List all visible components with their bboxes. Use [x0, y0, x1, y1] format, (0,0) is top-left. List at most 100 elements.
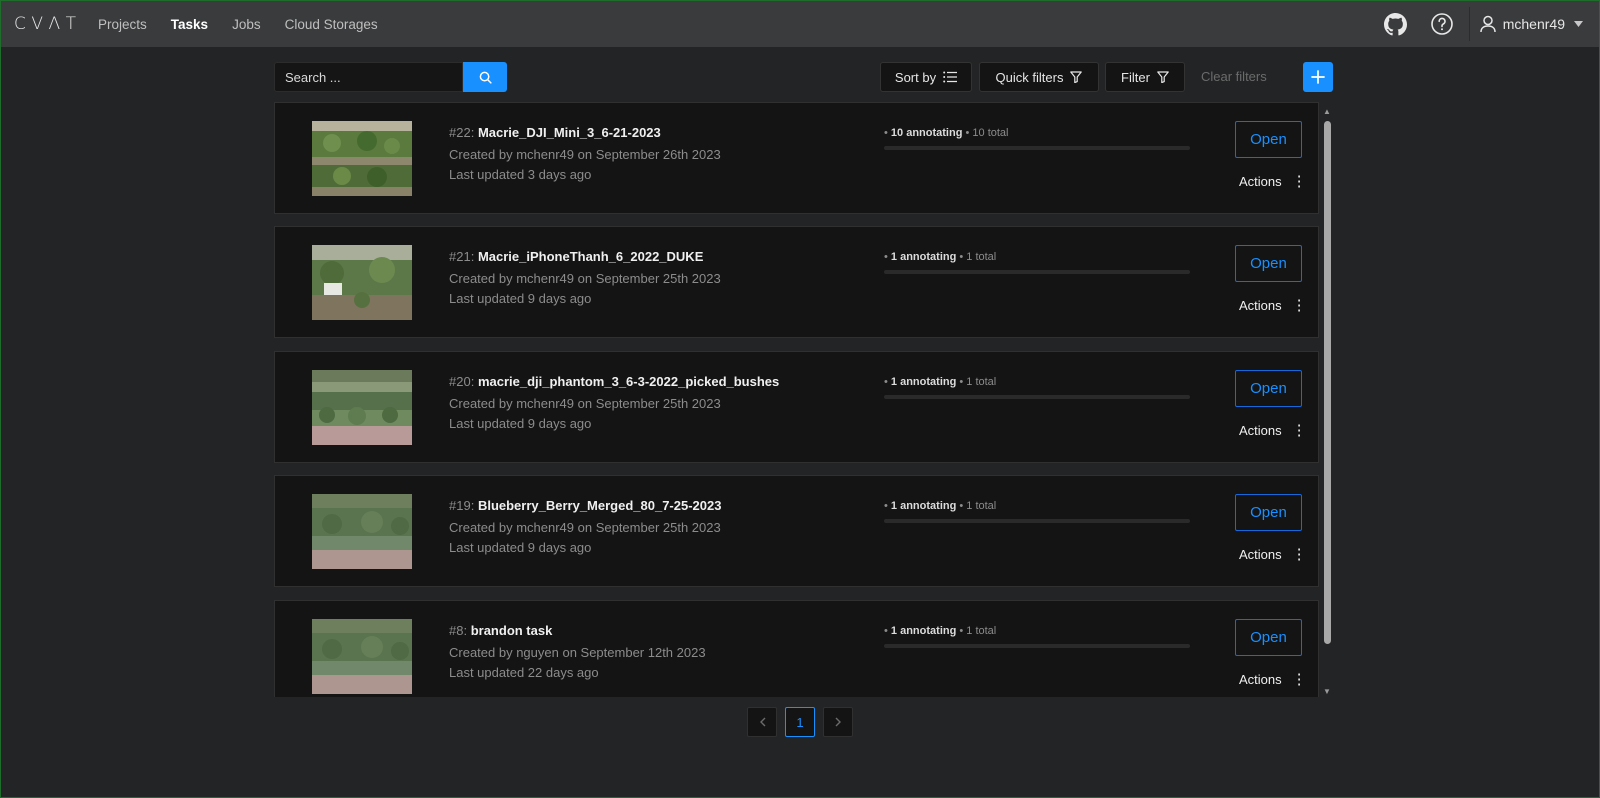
task-info: #22: Macrie_DJI_Mini_3_6-21-2023 Created…	[449, 125, 721, 185]
caret-down-icon	[1574, 21, 1583, 27]
task-updated: Last updated 22 days ago	[449, 665, 599, 680]
task-info: #21: Macrie_iPhoneThanh_6_2022_DUKE Crea…	[449, 249, 721, 309]
job-status-text: • 1 annotating • 1 total	[884, 625, 997, 637]
annotating-count: 1 annotating	[890, 625, 957, 637]
open-button[interactable]: Open	[1235, 121, 1302, 158]
chevron-left-icon	[759, 717, 765, 727]
task-updated: Last updated 9 days ago	[449, 540, 592, 555]
more-vertical-icon: ⋮	[1291, 671, 1307, 688]
job-status-text: • 1 annotating • 1 total	[884, 500, 997, 512]
task-name: brandon task	[470, 623, 553, 638]
filter-icon	[1070, 71, 1083, 83]
task-thumbnail[interactable]	[312, 494, 412, 569]
task-updated: Last updated 3 days ago	[449, 167, 592, 182]
sort-by-button[interactable]: Sort by	[880, 62, 972, 92]
actions-menu[interactable]: Actions ⋮	[1239, 672, 1307, 687]
next-page-button[interactable]	[823, 707, 853, 737]
progress-bar	[884, 519, 1190, 523]
logo-letter-t: T	[65, 14, 76, 34]
github-icon[interactable]	[1383, 11, 1409, 37]
task-name: Macrie_DJI_Mini_3_6-21-2023	[477, 125, 661, 140]
main-nav: Projects Tasks Jobs Cloud Storages	[98, 17, 402, 32]
task-card: #21: Macrie_iPhoneThanh_6_2022_DUKE Crea…	[274, 226, 1319, 338]
top-navbar: C V Λ T Projects Tasks Jobs Cloud Storag…	[1, 1, 1599, 47]
actions-menu[interactable]: Actions ⋮	[1239, 174, 1307, 189]
task-created: Created by mchenr49 on September 25th 20…	[449, 396, 721, 411]
filter-button[interactable]: Filter	[1105, 62, 1185, 92]
cvat-logo[interactable]: C V Λ T	[14, 14, 76, 34]
actions-label: Actions	[1239, 547, 1282, 562]
task-thumbnail[interactable]	[312, 121, 412, 196]
job-progress: • 1 annotating • 1 total	[884, 376, 1190, 399]
annotating-count: 10 annotating	[890, 127, 963, 139]
task-updated: Last updated 9 days ago	[449, 416, 592, 431]
sort-by-label: Sort by	[894, 69, 937, 85]
nav-tasks[interactable]: Tasks	[171, 17, 208, 32]
actions-menu[interactable]: Actions ⋮	[1239, 298, 1307, 313]
task-id: #21:	[449, 249, 475, 264]
user-menu[interactable]: mchenr49	[1479, 15, 1583, 33]
header-divider	[1468, 7, 1470, 41]
list-scrollbar[interactable]: ▲ ▼	[1321, 105, 1333, 697]
actions-label: Actions	[1239, 298, 1282, 313]
create-task-button[interactable]	[1303, 62, 1333, 92]
task-name: Blueberry_Berry_Merged_80_7-25-2023	[477, 498, 722, 513]
user-icon	[1479, 15, 1496, 33]
scroll-down-arrow-icon[interactable]: ▼	[1321, 685, 1333, 697]
task-created: Created by mchenr49 on September 25th 20…	[449, 271, 721, 286]
open-button[interactable]: Open	[1235, 370, 1302, 407]
task-title[interactable]: #20: macrie_dji_phantom_3_6-3-2022_picke…	[449, 374, 779, 390]
actions-menu[interactable]: Actions ⋮	[1239, 547, 1307, 562]
open-button[interactable]: Open	[1235, 494, 1302, 531]
search-button[interactable]	[463, 62, 507, 92]
scroll-up-arrow-icon[interactable]: ▲	[1321, 105, 1333, 117]
task-id: #22:	[449, 125, 475, 140]
quick-filters-label: Quick filters	[995, 69, 1064, 85]
open-button[interactable]: Open	[1235, 619, 1302, 656]
filter-icon	[1157, 71, 1169, 83]
task-info: #8: brandon task Created by nguyen on Se…	[449, 623, 706, 683]
logo-letter-a: Λ	[48, 14, 61, 34]
username-label: mchenr49	[1502, 16, 1565, 32]
total-count: 1 total	[966, 625, 997, 637]
prev-page-button[interactable]	[747, 707, 777, 737]
page-number-button[interactable]: 1	[785, 707, 815, 737]
nav-projects[interactable]: Projects	[98, 17, 147, 32]
actions-menu[interactable]: Actions ⋮	[1239, 423, 1307, 438]
filter-label: Filter	[1121, 69, 1150, 85]
search-box	[274, 62, 507, 92]
task-id: #8:	[449, 623, 468, 638]
help-icon[interactable]	[1429, 11, 1455, 37]
search-input[interactable]	[274, 62, 463, 92]
task-created: Created by mchenr49 on September 26th 20…	[449, 147, 721, 162]
nav-jobs[interactable]: Jobs	[232, 17, 261, 32]
total-count: 10 total	[972, 127, 1009, 139]
task-thumbnail[interactable]	[312, 619, 412, 694]
task-title[interactable]: #22: Macrie_DJI_Mini_3_6-21-2023	[449, 125, 721, 141]
job-status-text: • 1 annotating • 1 total	[884, 251, 997, 263]
clear-filters-button[interactable]: Clear filters	[1201, 69, 1267, 84]
task-title[interactable]: #21: Macrie_iPhoneThanh_6_2022_DUKE	[449, 249, 721, 265]
task-card: #8: brandon task Created by nguyen on Se…	[274, 600, 1319, 697]
task-name: macrie_dji_phantom_3_6-3-2022_picked_bus…	[477, 374, 780, 389]
annotating-count: 1 annotating	[890, 376, 957, 388]
open-button[interactable]: Open	[1235, 245, 1302, 282]
progress-bar	[884, 146, 1190, 150]
scrollbar-thumb[interactable]	[1324, 121, 1331, 644]
task-id: #19:	[449, 498, 475, 513]
task-title[interactable]: #8: brandon task	[449, 623, 706, 639]
task-title[interactable]: #19: Blueberry_Berry_Merged_80_7-25-2023	[449, 498, 721, 514]
job-progress: • 1 annotating • 1 total	[884, 625, 1190, 648]
annotating-count: 1 annotating	[890, 500, 957, 512]
quick-filters-button[interactable]: Quick filters	[979, 62, 1099, 92]
task-card: #20: macrie_dji_phantom_3_6-3-2022_picke…	[274, 351, 1319, 463]
task-thumbnail[interactable]	[312, 370, 412, 445]
total-count: 1 total	[966, 500, 997, 512]
job-progress: • 10 annotating • 10 total	[884, 127, 1190, 150]
more-vertical-icon: ⋮	[1291, 422, 1307, 439]
nav-cloud-storages[interactable]: Cloud Storages	[285, 17, 378, 32]
task-created: Created by mchenr49 on September 25th 20…	[449, 520, 721, 535]
actions-label: Actions	[1239, 672, 1282, 687]
task-info: #20: macrie_dji_phantom_3_6-3-2022_picke…	[449, 374, 779, 434]
task-thumbnail[interactable]	[312, 245, 412, 320]
